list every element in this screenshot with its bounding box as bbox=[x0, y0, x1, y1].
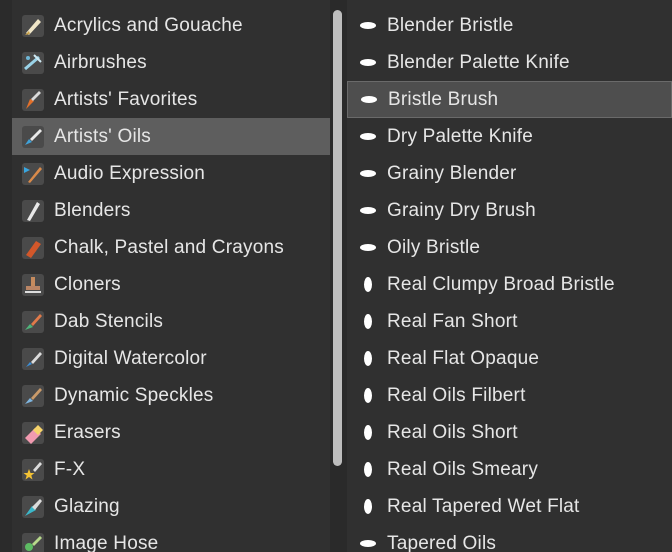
variant-label: Real Oils Filbert bbox=[387, 384, 526, 406]
variant-item[interactable]: Real Fan Short bbox=[347, 303, 672, 340]
oils-brush-icon bbox=[20, 124, 46, 150]
variant-item[interactable]: Grainy Dry Brush bbox=[347, 192, 672, 229]
dab-stencil-icon bbox=[20, 309, 46, 335]
variant-label: Real Fan Short bbox=[387, 310, 518, 332]
round-dab-icon bbox=[355, 499, 381, 514]
category-item[interactable]: Artists' Oils bbox=[12, 118, 330, 155]
category-label: Dab Stencils bbox=[54, 310, 164, 332]
variant-item[interactable]: Real Oils Filbert bbox=[347, 377, 672, 414]
flat-dab-icon bbox=[355, 244, 381, 251]
category-label: Image Hose bbox=[54, 532, 159, 552]
variant-item[interactable]: Real Flat Opaque bbox=[347, 340, 672, 377]
variant-item[interactable]: Real Oils Smeary bbox=[347, 451, 672, 488]
scrollbar-thumb[interactable] bbox=[333, 10, 342, 466]
category-item[interactable]: Acrylics and Gouache bbox=[12, 7, 330, 44]
variant-label: Dry Palette Knife bbox=[387, 125, 533, 147]
brush-category-list: Acrylics and Gouache Airbrushes Artists' F… bbox=[12, 0, 330, 552]
category-label: Digital Watercolor bbox=[54, 347, 207, 369]
variant-item[interactable]: Tapered Oils bbox=[347, 525, 672, 552]
category-label: Dynamic Speckles bbox=[54, 384, 214, 406]
chalk-icon bbox=[20, 235, 46, 261]
variant-label: Blender Bristle bbox=[387, 14, 514, 36]
variant-item[interactable]: Real Tapered Wet Flat bbox=[347, 488, 672, 525]
category-label: Audio Expression bbox=[54, 162, 206, 184]
variant-label: Real Clumpy Broad Bristle bbox=[387, 273, 615, 295]
category-item[interactable]: Audio Expression bbox=[12, 155, 330, 192]
category-label: Artists' Oils bbox=[54, 125, 152, 147]
category-item[interactable]: Dynamic Speckles bbox=[12, 377, 330, 414]
fx-star-icon bbox=[20, 457, 46, 483]
category-item[interactable]: Digital Watercolor bbox=[12, 340, 330, 377]
category-item[interactable]: Chalk, Pastel and Crayons bbox=[12, 229, 330, 266]
flat-dab-icon bbox=[356, 96, 382, 103]
variant-item[interactable]: Blender Palette Knife bbox=[347, 44, 672, 81]
category-item[interactable]: Dab Stencils bbox=[12, 303, 330, 340]
round-dab-icon bbox=[355, 277, 381, 292]
flat-dab-icon bbox=[355, 170, 381, 177]
variant-item[interactable]: Real Clumpy Broad Bristle bbox=[347, 266, 672, 303]
category-label: Blenders bbox=[54, 199, 131, 221]
category-item[interactable]: Glazing bbox=[12, 488, 330, 525]
variant-label: Real Tapered Wet Flat bbox=[387, 495, 580, 517]
category-label: Glazing bbox=[54, 495, 120, 517]
variant-item[interactable]: Real Oils Short bbox=[347, 414, 672, 451]
variant-item[interactable]: Oily Bristle bbox=[347, 229, 672, 266]
eraser-icon bbox=[20, 420, 46, 446]
flat-dab-icon bbox=[355, 540, 381, 547]
flat-dab-icon bbox=[355, 133, 381, 140]
variant-label: Grainy Dry Brush bbox=[387, 199, 536, 221]
category-label: F-X bbox=[54, 458, 86, 480]
category-item[interactable]: F-X bbox=[12, 451, 330, 488]
acrylic-brush-icon bbox=[20, 13, 46, 39]
variant-label: Real Oils Short bbox=[387, 421, 518, 443]
round-dab-icon bbox=[355, 314, 381, 329]
variant-label: Blender Palette Knife bbox=[387, 51, 570, 73]
variant-label: Oily Bristle bbox=[387, 236, 481, 258]
flat-dab-icon bbox=[355, 207, 381, 214]
category-item[interactable]: Cloners bbox=[12, 266, 330, 303]
category-label: Acrylics and Gouache bbox=[54, 14, 243, 36]
round-dab-icon bbox=[355, 425, 381, 440]
glazing-brush-icon bbox=[20, 494, 46, 520]
blender-brush-icon bbox=[20, 198, 46, 224]
category-label: Artists' Favorites bbox=[54, 88, 198, 110]
brush-variant-list: Blender Bristle Blender Palette Knife Bris… bbox=[347, 0, 672, 552]
category-label: Airbrushes bbox=[54, 51, 147, 73]
category-item[interactable]: Erasers bbox=[12, 414, 330, 451]
speckles-brush-icon bbox=[20, 383, 46, 409]
variant-label: Real Flat Opaque bbox=[387, 347, 540, 369]
variant-item[interactable]: Dry Palette Knife bbox=[347, 118, 672, 155]
flat-dab-icon bbox=[355, 59, 381, 66]
variant-item[interactable]: Bristle Brush bbox=[347, 81, 672, 118]
round-dab-icon bbox=[355, 462, 381, 477]
variant-label: Bristle Brush bbox=[388, 88, 499, 110]
category-item[interactable]: Blenders bbox=[12, 192, 330, 229]
cloner-stamp-icon bbox=[20, 272, 46, 298]
round-dab-icon bbox=[355, 388, 381, 403]
variant-label: Grainy Blender bbox=[387, 162, 517, 184]
variant-label: Tapered Oils bbox=[387, 532, 497, 552]
flat-dab-icon bbox=[355, 22, 381, 29]
category-label: Cloners bbox=[54, 273, 121, 295]
variant-item[interactable]: Grainy Blender bbox=[347, 155, 672, 192]
category-item[interactable]: Airbrushes bbox=[12, 44, 330, 81]
category-label: Erasers bbox=[54, 421, 121, 443]
airbrush-icon bbox=[20, 50, 46, 76]
variant-label: Real Oils Smeary bbox=[387, 458, 539, 480]
audio-brush-icon bbox=[20, 161, 46, 187]
watercolor-brush-icon bbox=[20, 346, 46, 372]
category-item[interactable]: Image Hose bbox=[12, 525, 330, 552]
category-label: Chalk, Pastel and Crayons bbox=[54, 236, 284, 258]
favorites-brush-icon bbox=[20, 87, 46, 113]
round-dab-icon bbox=[355, 351, 381, 366]
image-hose-icon bbox=[20, 531, 46, 552]
variant-item[interactable]: Blender Bristle bbox=[347, 7, 672, 44]
category-item[interactable]: Artists' Favorites bbox=[12, 81, 330, 118]
